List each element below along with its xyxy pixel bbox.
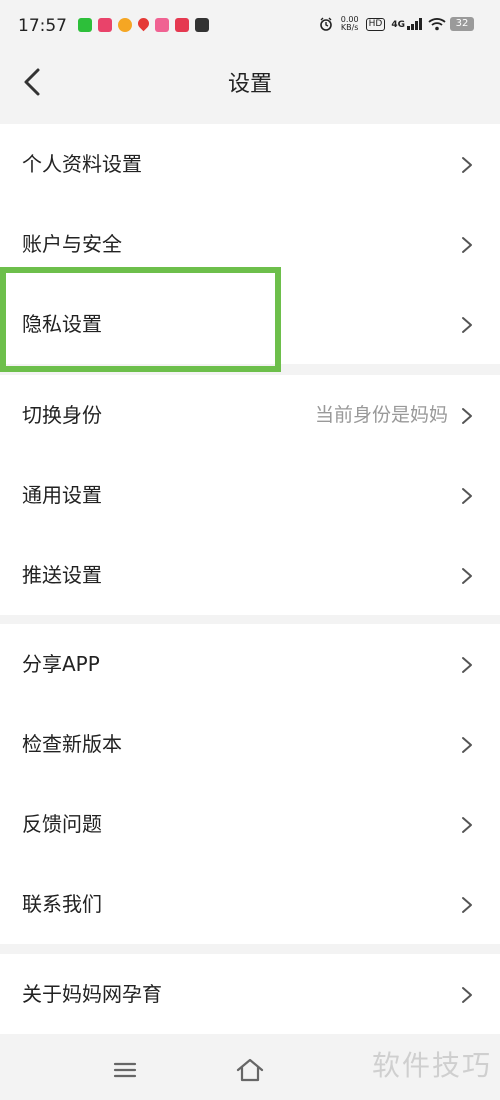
chevron-right-icon	[462, 737, 472, 753]
chevron-right-icon	[462, 157, 472, 173]
row-privacy-settings[interactable]: 隐私设置	[0, 284, 500, 364]
chevron-right-icon	[462, 237, 472, 253]
row-feedback[interactable]: 反馈问题	[0, 784, 500, 864]
net-speed-unit: KB/s	[340, 23, 359, 32]
wifi-icon	[428, 17, 446, 31]
chevron-right-icon	[462, 317, 472, 333]
row-label: 推送设置	[22, 563, 102, 587]
menu-icon[interactable]	[113, 1060, 137, 1080]
chevron-right-icon	[462, 488, 472, 504]
row-label: 切换身份	[22, 403, 102, 427]
hd-badge: HD	[365, 17, 386, 31]
k-app-icon	[195, 18, 209, 32]
chevron-right-icon	[462, 817, 472, 833]
row-about[interactable]: 关于妈妈网孕育	[0, 954, 500, 1034]
instagram-icon	[98, 18, 112, 32]
row-label: 联系我们	[22, 892, 102, 916]
settings-group-about: 关于妈妈网孕育	[0, 954, 500, 1034]
page-title: 设置	[227, 72, 272, 97]
network-type: 4G	[391, 18, 422, 30]
status-bar: 17:57 0.00 KB/s HD 4G 32	[0, 0, 500, 52]
system-status: 0.00 KB/s HD 4G 32	[318, 16, 474, 32]
chevron-right-icon	[462, 987, 472, 1003]
row-switch-identity[interactable]: 切换身份 当前身份是妈妈	[0, 375, 500, 455]
watermark: 软件技巧	[371, 1049, 492, 1082]
row-label: 隐私设置	[22, 312, 102, 336]
chevron-right-icon	[462, 568, 472, 584]
weibo-icon	[118, 18, 132, 32]
alarm-icon	[318, 17, 334, 31]
row-label: 分享APP	[22, 652, 100, 676]
battery-indicator: 32	[450, 17, 474, 31]
row-share-app[interactable]: 分享APP	[0, 624, 500, 704]
status-time: 17:57	[18, 16, 67, 36]
row-push-settings[interactable]: 推送设置	[0, 535, 500, 615]
chevron-right-icon	[462, 657, 472, 673]
home-icon[interactable]	[234, 1056, 266, 1084]
wechat-icon	[78, 18, 92, 32]
row-label: 个人资料设置	[22, 152, 142, 176]
row-contact-us[interactable]: 联系我们	[0, 864, 500, 944]
net-speed: 0.00 KB/s	[340, 16, 360, 32]
chevron-right-icon	[462, 408, 472, 424]
row-profile-settings[interactable]: 个人资料设置	[0, 124, 500, 204]
row-label: 反馈问题	[22, 812, 102, 836]
settings-group-app: 分享APP 检查新版本 反馈问题 联系我们	[0, 624, 500, 944]
row-label: 通用设置	[22, 483, 102, 507]
header: 设置	[0, 52, 500, 112]
row-check-update[interactable]: 检查新版本	[0, 704, 500, 784]
heart-app-icon	[175, 18, 189, 32]
signal-icon	[407, 18, 422, 30]
row-label: 关于妈妈网孕育	[22, 982, 162, 1006]
pin-icon	[135, 15, 152, 32]
settings-group-general: 切换身份 当前身份是妈妈 通用设置 推送设置	[0, 375, 500, 615]
notification-icons	[78, 15, 209, 32]
chevron-right-icon	[462, 897, 472, 913]
app-icon	[155, 18, 169, 32]
row-label: 检查新版本	[22, 732, 122, 756]
row-account-security[interactable]: 账户与安全	[0, 204, 500, 284]
network-type-label: 4G	[391, 20, 405, 30]
settings-group-account: 个人资料设置 账户与安全 隐私设置	[0, 124, 500, 364]
row-general-settings[interactable]: 通用设置	[0, 455, 500, 535]
row-label: 账户与安全	[22, 232, 122, 256]
row-value: 当前身份是妈妈	[314, 404, 448, 426]
